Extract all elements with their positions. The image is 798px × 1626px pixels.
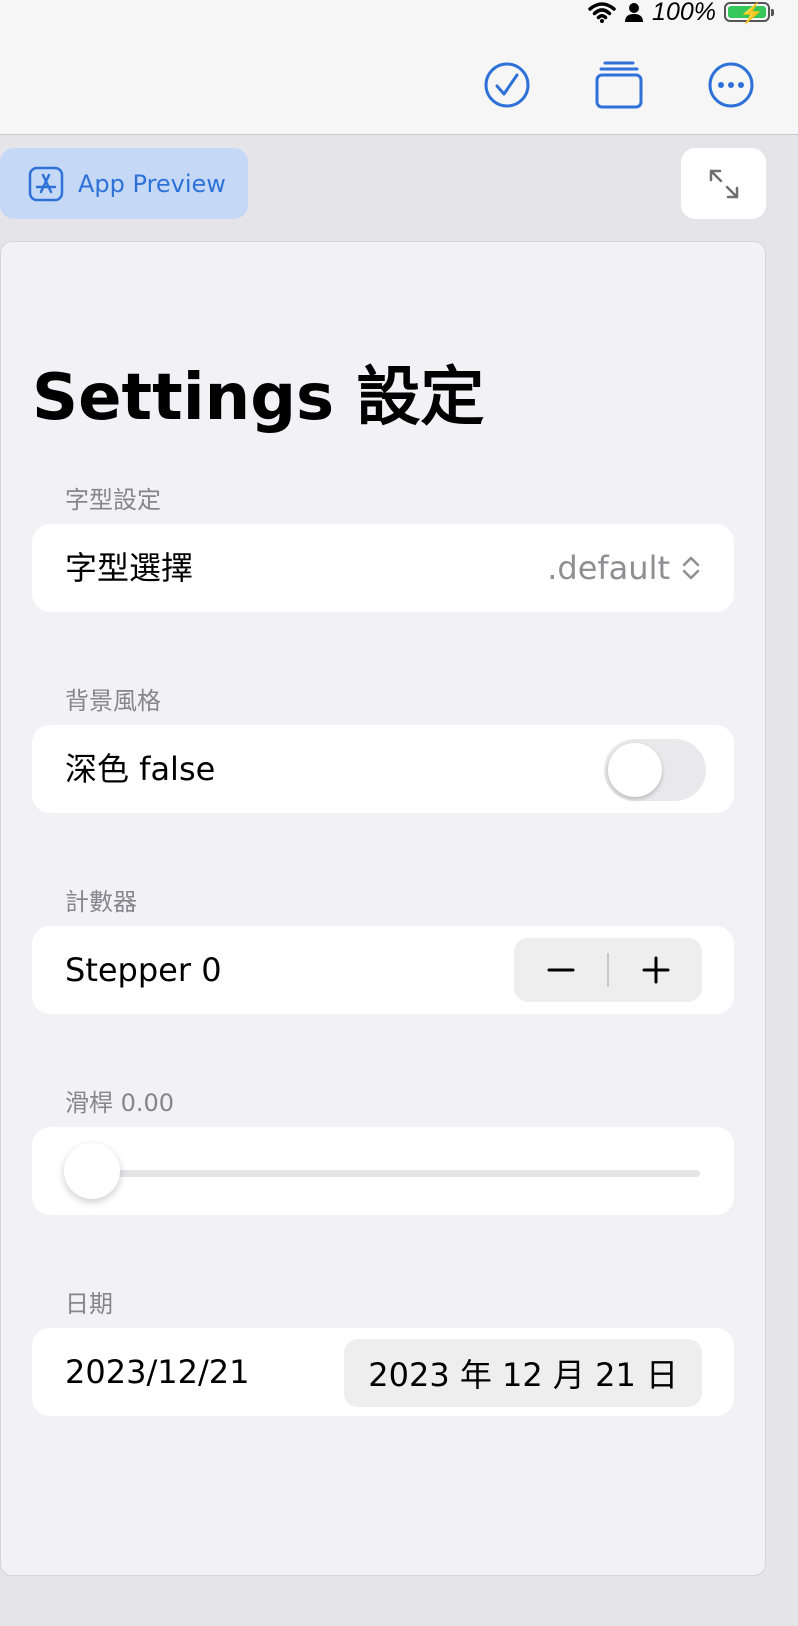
page-title: Settings 設定 [32, 361, 485, 435]
stepper-label: Stepper 0 [65, 951, 222, 989]
stepper-control [514, 938, 702, 1002]
font-picker-value-control[interactable]: .default [547, 524, 702, 612]
minus-icon [547, 968, 574, 972]
font-picker-row[interactable]: 字型選擇 .default [32, 524, 734, 612]
checkmark-circle-icon[interactable] [482, 60, 532, 110]
dark-mode-label: 深色 false [65, 750, 216, 788]
stepper-row: Stepper 0 [32, 926, 734, 1014]
expand-arrows-icon [709, 169, 738, 198]
app-store-icon [28, 166, 64, 201]
decrement-button[interactable] [514, 938, 607, 1002]
slider-track[interactable] [92, 1170, 700, 1177]
battery-percent: 100% [652, 0, 716, 26]
background-section-header: 背景風格 [65, 687, 161, 715]
plus-icon [642, 956, 669, 984]
font-section-header: 字型設定 [65, 486, 161, 514]
person-icon [625, 3, 644, 22]
date-picker-value: 2023 年 12 月 21 日 [368, 1356, 678, 1394]
expand-button[interactable] [681, 148, 766, 219]
slider-row [32, 1127, 734, 1215]
status-bar: 100% ⚡ [588, 0, 774, 26]
slider-section-header: 滑桿 0.00 [65, 1089, 175, 1117]
stack-icon[interactable] [594, 60, 644, 110]
battery-icon: ⚡ [724, 2, 774, 25]
app-preview-button[interactable]: App Preview [0, 148, 248, 219]
ellipsis-circle-icon[interactable] [706, 60, 756, 110]
chevron-up-down-icon [682, 556, 700, 580]
dark-mode-row: 深色 false [32, 725, 734, 813]
wifi-icon [588, 2, 616, 23]
top-toolbar: 100% ⚡ [0, 0, 798, 135]
increment-button[interactable] [609, 938, 702, 1002]
dark-mode-toggle[interactable] [604, 739, 706, 801]
slider-thumb[interactable] [64, 1143, 120, 1199]
date-label: 2023/12/21 [65, 1353, 250, 1391]
toggle-knob [608, 743, 662, 797]
date-row: 2023/12/21 2023 年 12 月 21 日 [32, 1328, 734, 1416]
app-preview-label: App Preview [78, 169, 226, 198]
font-picker-label: 字型選擇 [65, 549, 194, 587]
date-picker-button[interactable]: 2023 年 12 月 21 日 [344, 1339, 702, 1407]
date-section-header: 日期 [65, 1290, 113, 1318]
font-picker-value: .default [547, 549, 670, 587]
counter-section-header: 計數器 [65, 888, 137, 916]
